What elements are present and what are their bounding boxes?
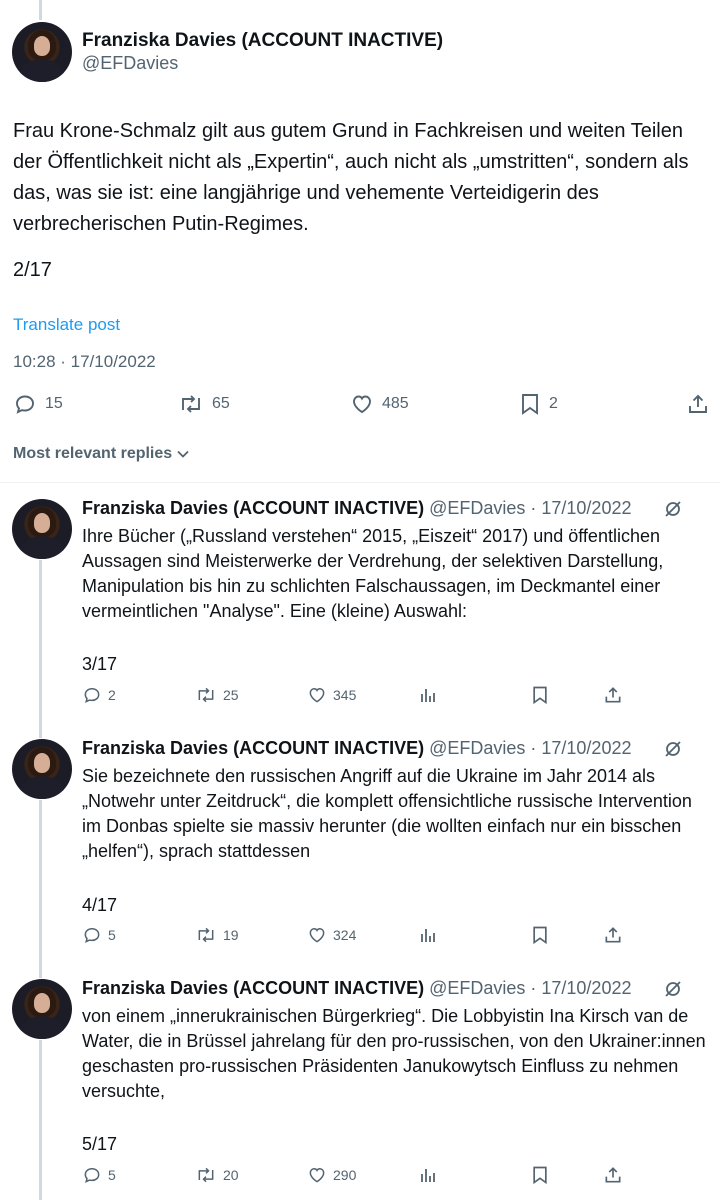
like-icon — [353, 395, 371, 414]
reply-header: Franziska Davies (ACCOUNT INACTIVE) @EFD… — [82, 498, 631, 519]
reply-counter: 5/17 — [82, 1134, 118, 1154]
grok-icon[interactable] — [663, 499, 683, 519]
avatar[interactable] — [12, 979, 72, 1039]
like-button[interactable]: 324 — [307, 925, 356, 945]
repost-icon — [198, 687, 214, 703]
repost-count: 20 — [223, 1167, 239, 1183]
replies-sort-dropdown[interactable]: Most relevant replies — [13, 445, 190, 463]
thread-line — [39, 1040, 42, 1200]
author-handle-date[interactable]: @EFDavies · 17/10/2022 — [429, 978, 631, 998]
reply-header: Franziska Davies (ACCOUNT INACTIVE) @EFD… — [82, 978, 631, 999]
thread-line — [39, 800, 42, 978]
repost-count: 65 — [212, 395, 230, 412]
reply-count: 15 — [45, 395, 63, 412]
like-button[interactable]: 345 — [307, 685, 356, 705]
divider — [0, 482, 720, 483]
like-count: 485 — [382, 395, 409, 412]
reply-counter: 4/17 — [82, 895, 118, 915]
reply-icon — [16, 395, 34, 414]
grok-icon[interactable] — [663, 979, 683, 999]
like-button[interactable]: 485 — [350, 392, 409, 416]
reply-text: Ihre Bücher („Russland verstehen“ 2015, … — [82, 526, 664, 621]
share-icon — [689, 394, 707, 413]
author-handle-date[interactable]: @EFDavies · 17/10/2022 — [429, 498, 631, 518]
reply-button[interactable]: 2 — [82, 685, 116, 705]
like-icon — [309, 687, 325, 703]
like-count: 345 — [333, 687, 357, 703]
reply-count: 5 — [108, 1167, 116, 1183]
reply-icon — [84, 1167, 100, 1184]
author-handle-date[interactable]: @EFDavies · 17/10/2022 — [429, 738, 631, 758]
views-icon[interactable] — [418, 1165, 438, 1185]
like-icon — [309, 927, 325, 943]
reply-button[interactable]: 15 — [13, 392, 63, 416]
like-count: 324 — [333, 927, 357, 943]
reply-icon — [84, 927, 100, 944]
thread-line-top — [39, 0, 42, 20]
replies-sort-label: Most relevant replies — [13, 445, 173, 462]
reply-button[interactable]: 5 — [82, 1165, 116, 1185]
share-icon[interactable] — [603, 685, 623, 705]
author-name[interactable]: Franziska Davies (ACCOUNT INACTIVE) — [82, 978, 424, 998]
post-counter: 2/17 — [13, 259, 52, 281]
bookmark-icon[interactable] — [530, 685, 550, 705]
reply-text: Sie bezeichnete den russischen Angriff a… — [82, 766, 692, 861]
repost-button[interactable]: 20 — [195, 1165, 239, 1185]
repost-icon — [198, 927, 214, 943]
bookmark-icon[interactable] — [530, 925, 550, 945]
grok-icon[interactable] — [663, 739, 683, 759]
author-name[interactable]: Franziska Davies (ACCOUNT INACTIVE) — [82, 30, 443, 52]
thread-line — [39, 560, 42, 738]
views-icon[interactable] — [418, 685, 438, 705]
post-timestamp[interactable]: 10:28 · 17/10/2022 — [13, 352, 156, 372]
repost-button[interactable]: 65 — [178, 392, 230, 416]
views-icon[interactable] — [418, 925, 438, 945]
repost-count: 25 — [223, 687, 239, 703]
like-icon — [309, 1167, 325, 1183]
share-icon[interactable] — [603, 925, 623, 945]
repost-count: 19 — [223, 927, 239, 943]
share-button[interactable] — [686, 392, 710, 416]
reply-icon — [84, 687, 100, 704]
reply-count: 2 — [108, 687, 116, 703]
repost-button[interactable]: 25 — [195, 685, 239, 705]
bookmark-icon[interactable] — [530, 1165, 550, 1185]
author-name[interactable]: Franziska Davies (ACCOUNT INACTIVE) — [82, 738, 424, 758]
avatar[interactable] — [12, 499, 72, 559]
bookmark-button[interactable]: 2 — [519, 392, 558, 416]
bookmark-count: 2 — [549, 395, 558, 412]
chevron-down-icon — [177, 450, 189, 458]
repost-icon — [182, 395, 200, 413]
avatar[interactable] — [12, 22, 72, 82]
translate-post-link[interactable]: Translate post — [13, 315, 120, 335]
reply-header: Franziska Davies (ACCOUNT INACTIVE) @EFD… — [82, 738, 631, 759]
share-icon[interactable] — [603, 1165, 623, 1185]
repost-icon — [198, 1167, 214, 1183]
author-name[interactable]: Franziska Davies (ACCOUNT INACTIVE) — [82, 498, 424, 518]
like-count: 290 — [333, 1167, 357, 1183]
reply-text: von einem „innerukrainischen Bürgerkrieg… — [82, 1006, 706, 1101]
reply-counter: 3/17 — [82, 654, 118, 674]
post-text: Frau Krone-Schmalz gilt aus gutem Grund … — [13, 120, 689, 235]
avatar[interactable] — [12, 739, 72, 799]
reply-count: 5 — [108, 927, 116, 943]
bookmark-icon — [522, 394, 538, 415]
reply-button[interactable]: 5 — [82, 925, 116, 945]
repost-button[interactable]: 19 — [195, 925, 239, 945]
author-handle[interactable]: @EFDavies — [82, 53, 178, 74]
like-button[interactable]: 290 — [307, 1165, 356, 1185]
